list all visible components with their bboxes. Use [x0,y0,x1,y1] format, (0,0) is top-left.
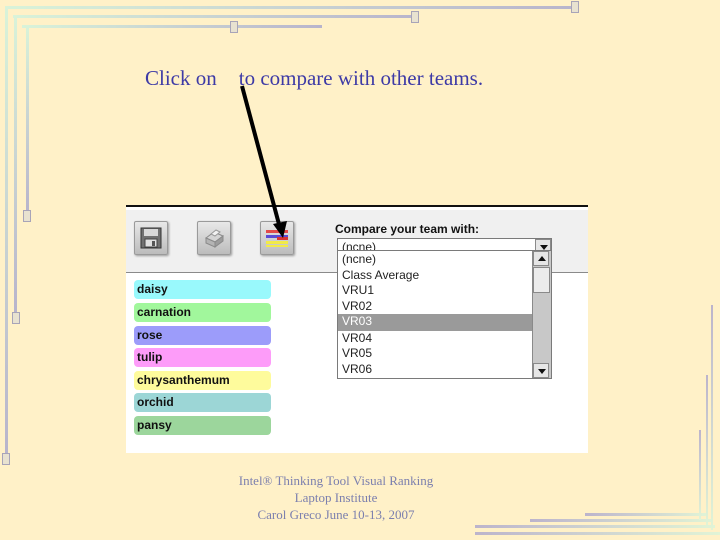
frame-line [26,25,29,213]
ranking-item[interactable]: chrysanthemum [134,371,271,390]
compare-bars-icon [266,230,288,247]
ranking-item[interactable]: pansy [134,416,271,435]
dropdown-option-highlighted[interactable]: VR03 [338,314,533,331]
frame-line [475,532,720,535]
ranking-item[interactable]: carnation [134,303,271,322]
frame-cap [23,210,31,222]
dropdown-option[interactable]: (ncne) [338,252,533,267]
frame-line [5,6,575,9]
frame-line [22,25,322,28]
printer-icon [205,229,224,248]
dropdown-option[interactable]: VRU1 [338,283,533,298]
dropdown-scrollbar[interactable] [532,251,551,378]
frame-line [585,513,707,516]
frame-line [699,430,701,520]
chevron-up-icon [538,256,546,261]
compare-button[interactable] [260,221,294,255]
compare-dropdown-list: (ncne) Class Average VRU1 VR02 VR03 VR04… [337,250,552,379]
footer-line-3: Carol Greco June 10-13, 2007 [257,507,415,522]
ranking-item[interactable]: daisy [134,280,271,299]
frame-line [13,15,416,18]
dropdown-option[interactable]: VR02 [338,299,533,314]
frame-line [14,15,17,313]
dropdown-option[interactable]: VR04 [338,331,533,346]
dropdown-option[interactable]: VR06 [338,362,533,377]
visual-ranking-panel: Compare your team with: (ncne) (ncne) Cl… [126,205,588,453]
save-button[interactable] [134,221,168,255]
footer-line-2: Laptop Institute [294,490,378,505]
frame-line [475,525,715,528]
frame-cap [571,1,579,13]
frame-cap [411,11,419,23]
dropdown-option[interactable]: Class Average [338,268,533,283]
slide-footer: Intel® Thinking Tool Visual Ranking Lapt… [200,472,472,523]
print-button[interactable] [197,221,231,255]
floppy-disk-icon [140,227,162,249]
frame-cap [2,453,10,465]
frame-cap [230,21,238,33]
scroll-down-button[interactable] [533,363,549,378]
scroll-up-button[interactable] [533,251,549,266]
frame-line [530,519,713,522]
frame-line [5,6,8,456]
ranking-item[interactable]: tulip [134,348,271,367]
panel-divider [126,205,588,207]
dropdown-option[interactable]: VR05 [338,346,533,361]
instruction-headline: Click on to compare with other teams. [145,66,483,91]
frame-line [711,305,713,530]
chevron-down-icon [538,369,546,374]
scrollbar-thumb[interactable] [533,267,550,293]
ranking-item[interactable]: orchid [134,393,271,412]
headline-before: Click on [145,66,217,90]
ranking-item[interactable]: rose [134,326,271,345]
frame-line [706,375,708,525]
frame-cap [12,312,20,324]
headline-after: to compare with other teams. [238,66,484,90]
footer-line-1: Intel® Thinking Tool Visual Ranking [238,473,434,488]
compare-label: Compare your team with: [335,222,480,236]
